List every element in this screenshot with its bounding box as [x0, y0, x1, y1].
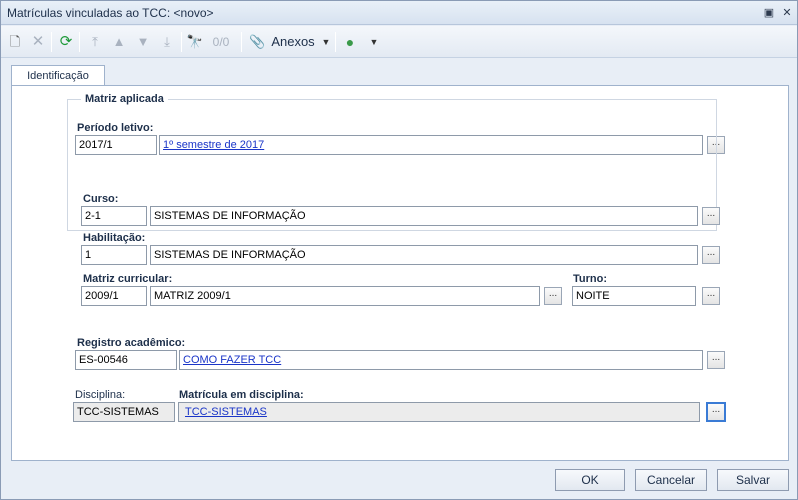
- chevron-down-icon[interactable]: ▼: [321, 32, 331, 52]
- curso-label: Curso:: [83, 193, 119, 205]
- save-button[interactable]: Salvar: [717, 469, 789, 491]
- anexos-button[interactable]: Anexos: [271, 32, 315, 52]
- habilitacao-description-field[interactable]: SISTEMAS DE INFORMAÇÃO: [150, 245, 698, 265]
- curso-lookup-button[interactable]: ...: [702, 207, 720, 225]
- globe-icon[interactable]: ●: [341, 32, 359, 52]
- curso-description-field[interactable]: SISTEMAS DE INFORMAÇÃO: [150, 206, 698, 226]
- matricula-disciplina-label: Matrícula em disciplina:: [179, 389, 304, 401]
- habilitacao-lookup-button[interactable]: ...: [702, 246, 720, 264]
- previous-record-icon[interactable]: ▲: [111, 32, 127, 52]
- window-title: Matrículas vinculadas ao TCC: <novo>: [7, 6, 214, 20]
- matricula-disciplina-lookup-button[interactable]: ...: [706, 402, 726, 422]
- close-icon[interactable]: ✕: [779, 5, 795, 21]
- refresh-icon[interactable]: ⟳: [57, 32, 75, 52]
- registro-academico-description-field[interactable]: COMO FAZER TCC: [179, 350, 703, 370]
- registro-academico-description-link[interactable]: COMO FAZER TCC: [183, 354, 281, 366]
- toolbar: 🗋 ✕ ⟳ ⤒ ▲ ▼ ⤓ 🔭 0/0 📎 Anexos ▼ ● ▼: [1, 26, 797, 58]
- habilitacao-label: Habilitação:: [83, 232, 146, 244]
- cancel-button[interactable]: Cancelar: [635, 469, 707, 491]
- matriz-curricular-label: Matriz curricular:: [83, 273, 173, 285]
- registro-academico-label: Registro acadêmico:: [77, 337, 186, 349]
- disciplina-label: Disciplina:: [75, 389, 126, 401]
- last-record-icon[interactable]: ⤓: [159, 32, 175, 52]
- habilitacao-code-field[interactable]: 1: [81, 245, 147, 265]
- title-bar: Matrículas vinculadas ao TCC: <novo> ▣ ✕: [1, 1, 797, 25]
- turno-field[interactable]: NOITE: [572, 286, 696, 306]
- paperclip-icon[interactable]: 📎: [249, 32, 265, 52]
- new-icon[interactable]: 🗋: [7, 32, 23, 52]
- curso-code-field[interactable]: 2-1: [81, 206, 147, 226]
- tab-strip: Identificação: [1, 59, 797, 87]
- matriz-curricular-code-field[interactable]: 2009/1: [81, 286, 147, 306]
- delete-icon[interactable]: ✕: [29, 32, 47, 52]
- dialog-window: Matrículas vinculadas ao TCC: <novo> ▣ ✕…: [0, 0, 798, 500]
- turno-label: Turno:: [573, 273, 608, 285]
- registro-academico-code-field[interactable]: ES-00546: [75, 350, 177, 370]
- disciplina-field: TCC-SISTEMAS: [73, 402, 175, 422]
- first-record-icon[interactable]: ⤒: [87, 32, 103, 52]
- record-counter: 0/0: [212, 35, 230, 49]
- restore-icon[interactable]: ▣: [761, 5, 777, 21]
- ok-button[interactable]: OK: [555, 469, 625, 491]
- matriz-curricular-lookup-button[interactable]: ...: [544, 287, 562, 305]
- matricula-disciplina-field[interactable]: TCC-SISTEMAS: [178, 402, 700, 422]
- find-icon[interactable]: 🔭: [185, 32, 205, 52]
- tab-identificacao[interactable]: Identificação: [11, 65, 105, 87]
- next-record-icon[interactable]: ▼: [135, 32, 151, 52]
- registro-academico-lookup-button[interactable]: ...: [707, 351, 725, 369]
- matricula-disciplina-link[interactable]: TCC-SISTEMAS: [182, 406, 267, 418]
- matriz-aplicada-title: Matriz aplicada: [81, 93, 168, 105]
- matriz-curricular-description-field[interactable]: MATRIZ 2009/1: [150, 286, 540, 306]
- chevron-down-icon[interactable]: ▼: [369, 32, 379, 52]
- turno-lookup-button[interactable]: ...: [702, 287, 720, 305]
